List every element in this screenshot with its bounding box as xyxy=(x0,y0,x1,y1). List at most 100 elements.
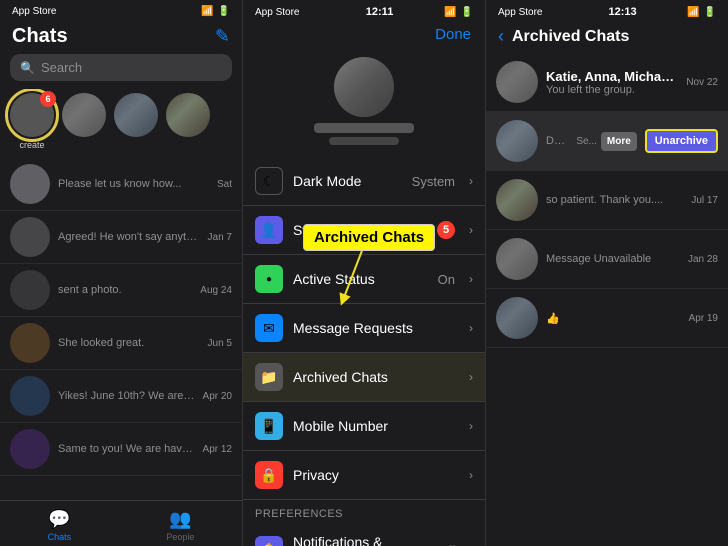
chat-meta-4: Jun 5 xyxy=(208,338,232,349)
notifications-label: Notifications & Sounds xyxy=(293,534,428,546)
unarchive-button[interactable]: Unarchive xyxy=(645,129,718,153)
chat-item-5[interactable]: Yikes! June 10th? We are ex... Apr 20 xyxy=(0,370,242,423)
message-requests-chevron: › xyxy=(469,321,473,335)
archived-preview-4: Message Unavailable xyxy=(546,253,680,265)
chat-avatar-2 xyxy=(10,217,50,257)
settings-list: ☾ Dark Mode System › 👤 Switch Account 5 … xyxy=(243,157,485,546)
active-status-label: Active Status xyxy=(293,271,428,287)
archived-chats-annotation: Archived Chats xyxy=(303,224,435,251)
settings-item-dark-mode[interactable]: ☾ Dark Mode System › xyxy=(243,157,485,206)
chat-content-2: Agreed! He won't say anything... xyxy=(58,231,200,243)
chat-avatar-4 xyxy=(10,323,50,363)
archived-avatar-3 xyxy=(496,179,538,221)
chat-item-2[interactable]: Agreed! He won't say anything... Jan 7 xyxy=(0,211,242,264)
chat-content-5: Yikes! June 10th? We are ex... xyxy=(58,390,195,402)
time-p3: 12:13 xyxy=(608,6,636,18)
story-item-4[interactable] xyxy=(166,93,210,150)
chat-preview-5: Yikes! June 10th? We are ex... xyxy=(58,390,195,402)
notifications-value: Off xyxy=(438,543,455,546)
archived-content-4: Message Unavailable xyxy=(546,253,680,265)
chats-tab-icon: 💬 xyxy=(48,509,70,530)
search-bar[interactable]: 🔍 Search xyxy=(10,54,232,81)
chat-avatar-6 xyxy=(10,429,50,469)
privacy-chevron: › xyxy=(469,468,473,482)
mobile-number-chevron: › xyxy=(469,419,473,433)
wifi-icon-p1: 🔋 xyxy=(218,6,230,17)
message-requests-icon: ✉ xyxy=(255,314,283,342)
chat-preview-1: Please let us know how... xyxy=(58,178,209,190)
edit-icon[interactable]: ✎ xyxy=(215,26,230,47)
story-item-2[interactable] xyxy=(62,93,106,150)
story-avatar-create: 6 xyxy=(10,93,54,137)
settings-item-privacy[interactable]: 🔒 Privacy › xyxy=(243,451,485,500)
story-item-3[interactable] xyxy=(114,93,158,150)
active-status-icon: ● xyxy=(255,265,283,293)
archived-item-3[interactable]: so patient. Thank you.... Jul 17 xyxy=(486,171,728,230)
tab-people[interactable]: 👥 People xyxy=(166,509,194,542)
chat-content-3: sent a photo. xyxy=(58,284,192,296)
dark-mode-chevron: › xyxy=(469,174,473,188)
chat-item-3[interactable]: sent a photo. Aug 24 xyxy=(0,264,242,317)
archived-content-5: 👍 xyxy=(546,312,681,325)
chat-item-1[interactable]: Please let us know how... Sat xyxy=(0,158,242,211)
battery-icon-p2: 🔋 xyxy=(461,7,473,18)
battery-icon-p3: 🔋 xyxy=(704,7,716,18)
search-placeholder: Search xyxy=(41,60,82,75)
chats-tab-label: Chats xyxy=(48,532,72,542)
chat-meta-2: Jan 7 xyxy=(208,232,232,243)
story-avatar-3 xyxy=(114,93,158,137)
archived-title: Archived Chats xyxy=(512,28,716,46)
status-icons-p2: 📶 🔋 xyxy=(444,7,473,18)
chat-item-6[interactable]: Same to you! We are having... Apr 12 xyxy=(0,423,242,476)
tab-chats[interactable]: 💬 Chats xyxy=(48,509,72,542)
archived-item-1[interactable]: Katie, Anna, Michael, Richard You left t… xyxy=(486,53,728,112)
switch-account-chevron: › xyxy=(469,223,473,237)
chat-avatar-1 xyxy=(10,164,50,204)
carrier-p2: App Store xyxy=(255,7,315,18)
chat-content-4: She looked great. xyxy=(58,337,200,349)
story-item-create[interactable]: 6 create xyxy=(10,93,54,150)
active-status-chevron: › xyxy=(469,272,473,286)
dark-mode-icon: ☾ xyxy=(255,167,283,195)
done-button[interactable]: Done xyxy=(435,26,471,43)
profile-sub-bar xyxy=(329,137,399,145)
archived-item-5[interactable]: 👍 Apr 19 xyxy=(486,289,728,348)
settings-item-notifications[interactable]: 🔔 Notifications & Sounds Off › xyxy=(243,524,485,546)
chat-content-1: Please let us know how... xyxy=(58,178,209,190)
panel-settings: App Store 12:11 📶 🔋 Done ☾ Dark Mode Sys… xyxy=(243,0,486,546)
notifications-icon: 🔔 xyxy=(255,536,283,546)
chat-preview-6: Same to you! We are having... xyxy=(58,443,195,455)
status-icons-p3: 📶 🔋 xyxy=(687,7,716,18)
archived-item-4[interactable]: Message Unavailable Jan 28 xyxy=(486,230,728,289)
time-p2: 12:11 xyxy=(366,6,394,18)
mobile-number-label: Mobile Number xyxy=(293,418,459,434)
chat-item-4[interactable]: She looked great. Jun 5 xyxy=(0,317,242,370)
archived-meta-1: Nov 22 xyxy=(686,77,718,88)
status-bar-p1: App Store 📶 🔋 xyxy=(0,0,242,21)
stories-row: 6 create xyxy=(0,89,242,158)
chat-meta-6: Apr 12 xyxy=(203,444,232,455)
chat-list: Please let us know how... Sat Agreed! He… xyxy=(0,158,242,500)
profile-avatar-inner xyxy=(334,57,394,117)
people-tab-label: People xyxy=(166,532,194,542)
settings-item-message-requests[interactable]: ✉ Message Requests › xyxy=(243,304,485,353)
archived-chats-chevron: › xyxy=(469,370,473,384)
chat-preview-3: sent a photo. xyxy=(58,284,192,296)
settings-item-mobile-number[interactable]: 📱 Mobile Number › xyxy=(243,402,485,451)
chat-content-6: Same to you! We are having... xyxy=(58,443,195,455)
settings-item-archived-chats[interactable]: 📁 Archived Chats › xyxy=(243,353,485,402)
archived-item-2[interactable]: Dont spoil that precious baby... Se... M… xyxy=(486,112,728,171)
chats-header: Chats ✎ xyxy=(0,21,242,54)
chat-avatar-5 xyxy=(10,376,50,416)
signal-icon-p3: 📶 xyxy=(687,7,699,18)
story-badge: 6 xyxy=(40,91,56,107)
active-status-value: On xyxy=(438,272,455,287)
settings-header: Done xyxy=(243,22,485,49)
panel-archived: App Store 12:13 📶 🔋 ‹ Archived Chats Kat… xyxy=(486,0,728,546)
status-bar-p3: App Store 12:13 📶 🔋 xyxy=(486,0,728,22)
settings-item-active-status[interactable]: ● Active Status On › xyxy=(243,255,485,304)
more-button[interactable]: More xyxy=(601,132,637,151)
back-button[interactable]: ‹ xyxy=(498,26,504,47)
archived-avatar-2 xyxy=(496,120,538,162)
search-icon: 🔍 xyxy=(20,61,35,75)
